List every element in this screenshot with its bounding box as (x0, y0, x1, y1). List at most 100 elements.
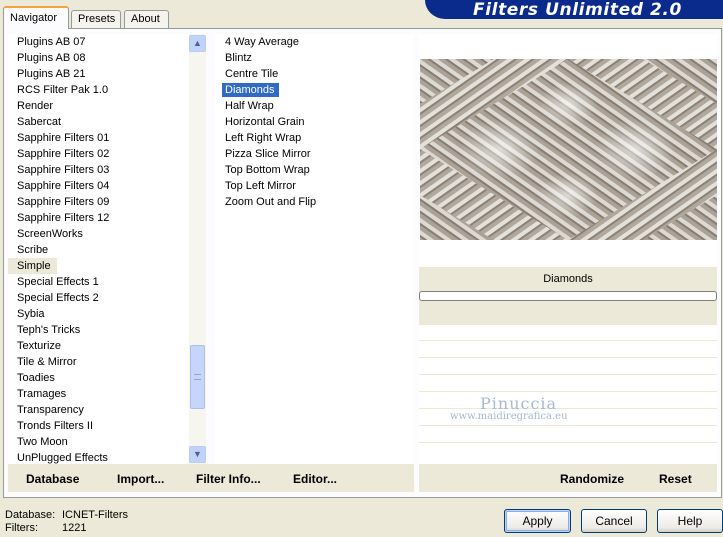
category-item[interactable]: Toadies (8, 370, 190, 386)
category-scrollbar[interactable]: ▲ ▼ (189, 34, 206, 464)
category-item-label: Tronds Filters II (17, 420, 93, 432)
param-row (419, 391, 717, 392)
import-button[interactable]: Import... (117, 472, 164, 486)
category-item-label: Teph's Tricks (17, 324, 81, 336)
category-item[interactable]: Transparency (8, 402, 190, 418)
filter-item[interactable]: Diamonds (215, 82, 413, 98)
filter-item-label: Centre Tile (225, 68, 279, 80)
category-item[interactable]: Texturize (8, 338, 190, 354)
filter-item[interactable]: Left Right Wrap (215, 130, 413, 146)
category-item[interactable]: Plugins AB 08 (8, 50, 190, 66)
category-item[interactable]: ScreenWorks (8, 226, 190, 242)
param-row (419, 374, 717, 375)
tab-presets[interactable]: Presets (71, 10, 121, 28)
filter-item[interactable]: Horizontal Grain (215, 114, 413, 130)
category-item[interactable]: Render (8, 98, 190, 114)
category-item-label: RCS Filter Pak 1.0 (17, 84, 109, 96)
category-item-label: Sapphire Filters 09 (17, 196, 110, 208)
category-item[interactable]: Scribe (8, 242, 190, 258)
filter-item-label: Pizza Slice Mirror (225, 148, 311, 160)
category-item[interactable]: RCS Filter Pak 1.0 (8, 82, 190, 98)
category-item[interactable]: Sapphire Filters 01 (8, 130, 190, 146)
category-item-label: Special Effects 1 (17, 276, 99, 288)
filter-item-label: Top Bottom Wrap (225, 164, 310, 176)
banner-title: Filters Unlimited 2.0 (473, 0, 682, 19)
category-item-label: Sapphire Filters 03 (17, 164, 110, 176)
filter-item-label: Zoom Out and Flip (225, 196, 317, 208)
filter-item-label: Blintz (225, 52, 252, 64)
category-item-label: Scribe (17, 244, 49, 256)
category-item[interactable]: Simple (8, 258, 190, 274)
param-row (419, 425, 717, 426)
category-item[interactable]: Sybia (8, 306, 190, 322)
filter-item-label: Top Left Mirror (225, 180, 296, 192)
category-item-label: Sapphire Filters 01 (17, 132, 110, 144)
filter-item[interactable]: Top Left Mirror (215, 178, 413, 194)
category-item[interactable]: Sabercat (8, 114, 190, 130)
tab-navigator[interactable]: Navigator (3, 6, 69, 29)
category-item-label: Plugins AB 08 (17, 52, 86, 64)
filter-item[interactable]: Centre Tile (215, 66, 413, 82)
param-row (419, 340, 717, 341)
category-item[interactable]: Special Effects 1 (8, 274, 190, 290)
database-label: Database: (5, 509, 56, 521)
category-item-label: Simple (8, 258, 57, 274)
status-info: Database: ICNET-Filters Filters: 1221 (5, 509, 128, 535)
category-item-label: Transparency (17, 404, 84, 416)
tab-about[interactable]: About (124, 10, 169, 28)
chevron-up-icon[interactable]: ▲ (189, 35, 206, 52)
filter-preview-image (420, 59, 717, 240)
reset-button[interactable]: Reset (659, 472, 692, 486)
database-button[interactable]: Database (26, 472, 79, 486)
diamonds-preview-graphic (420, 59, 717, 240)
cancel-button[interactable]: Cancel (581, 509, 647, 533)
filter-item-label: 4 Way Average (225, 36, 299, 48)
category-item-label: Sapphire Filters 12 (17, 212, 110, 224)
progress-bar (419, 291, 717, 301)
category-item-label: UnPlugged Effects (17, 452, 108, 464)
category-list[interactable]: Plugins AB 07 Plugins AB 08 Plugins AB 21 R… (8, 34, 190, 464)
category-item[interactable]: Tile & Mirror (8, 354, 190, 370)
category-item[interactable]: Tronds Filters II (8, 418, 190, 434)
filter-list[interactable]: 4 Way Average Blintz Centre Tile Diamonds Ha… (215, 34, 413, 464)
category-item-label: Special Effects 2 (17, 292, 99, 304)
help-button[interactable]: Help (657, 509, 723, 533)
filter-item-label: Left Right Wrap (225, 132, 302, 144)
filter-item[interactable]: Blintz (215, 50, 413, 66)
category-item[interactable]: Sapphire Filters 12 (8, 210, 190, 226)
category-item[interactable]: Sapphire Filters 02 (8, 146, 190, 162)
param-row (419, 357, 717, 358)
chevron-down-icon[interactable]: ▼ (189, 446, 206, 463)
current-filter-name: Diamonds (543, 273, 593, 285)
category-item[interactable]: Teph's Tricks (8, 322, 190, 338)
category-item[interactable]: UnPlugged Effects (8, 450, 190, 464)
category-item[interactable]: Two Moon (8, 434, 190, 450)
filter-item[interactable]: Half Wrap (215, 98, 413, 114)
category-item[interactable]: Tramages (8, 386, 190, 402)
grip-icon (194, 374, 201, 380)
filter-item[interactable]: Top Bottom Wrap (215, 162, 413, 178)
filters-count: 1221 (62, 522, 87, 534)
scroll-thumb[interactable] (190, 345, 205, 409)
right-toolbar: Randomize Reset (419, 464, 717, 492)
category-item-label: Plugins AB 07 (17, 36, 86, 48)
category-item[interactable]: Sapphire Filters 04 (8, 178, 190, 194)
category-item-label: ScreenWorks (17, 228, 83, 240)
filter-item[interactable]: Zoom Out and Flip (215, 194, 413, 210)
editor-button[interactable]: Editor... (293, 472, 337, 486)
filter-item-label: Diamonds (222, 83, 279, 97)
filter-name-bar: Diamonds (419, 267, 717, 325)
category-item[interactable]: Plugins AB 21 (8, 66, 190, 82)
category-item[interactable]: Special Effects 2 (8, 290, 190, 306)
category-item[interactable]: Sapphire Filters 09 (8, 194, 190, 210)
randomize-button[interactable]: Randomize (560, 472, 624, 486)
watermark: Pinuccia www.maidiregrafica.eu (450, 394, 568, 422)
filter-item[interactable]: 4 Way Average (215, 34, 413, 50)
category-item[interactable]: Plugins AB 07 (8, 34, 190, 50)
category-item-label: Sapphire Filters 02 (17, 148, 110, 160)
category-item[interactable]: Sapphire Filters 03 (8, 162, 190, 178)
apply-button[interactable]: Apply (504, 509, 571, 533)
filter-item[interactable]: Pizza Slice Mirror (215, 146, 413, 162)
filter-info-button[interactable]: Filter Info... (196, 472, 261, 486)
category-item-label: Texturize (17, 340, 62, 352)
